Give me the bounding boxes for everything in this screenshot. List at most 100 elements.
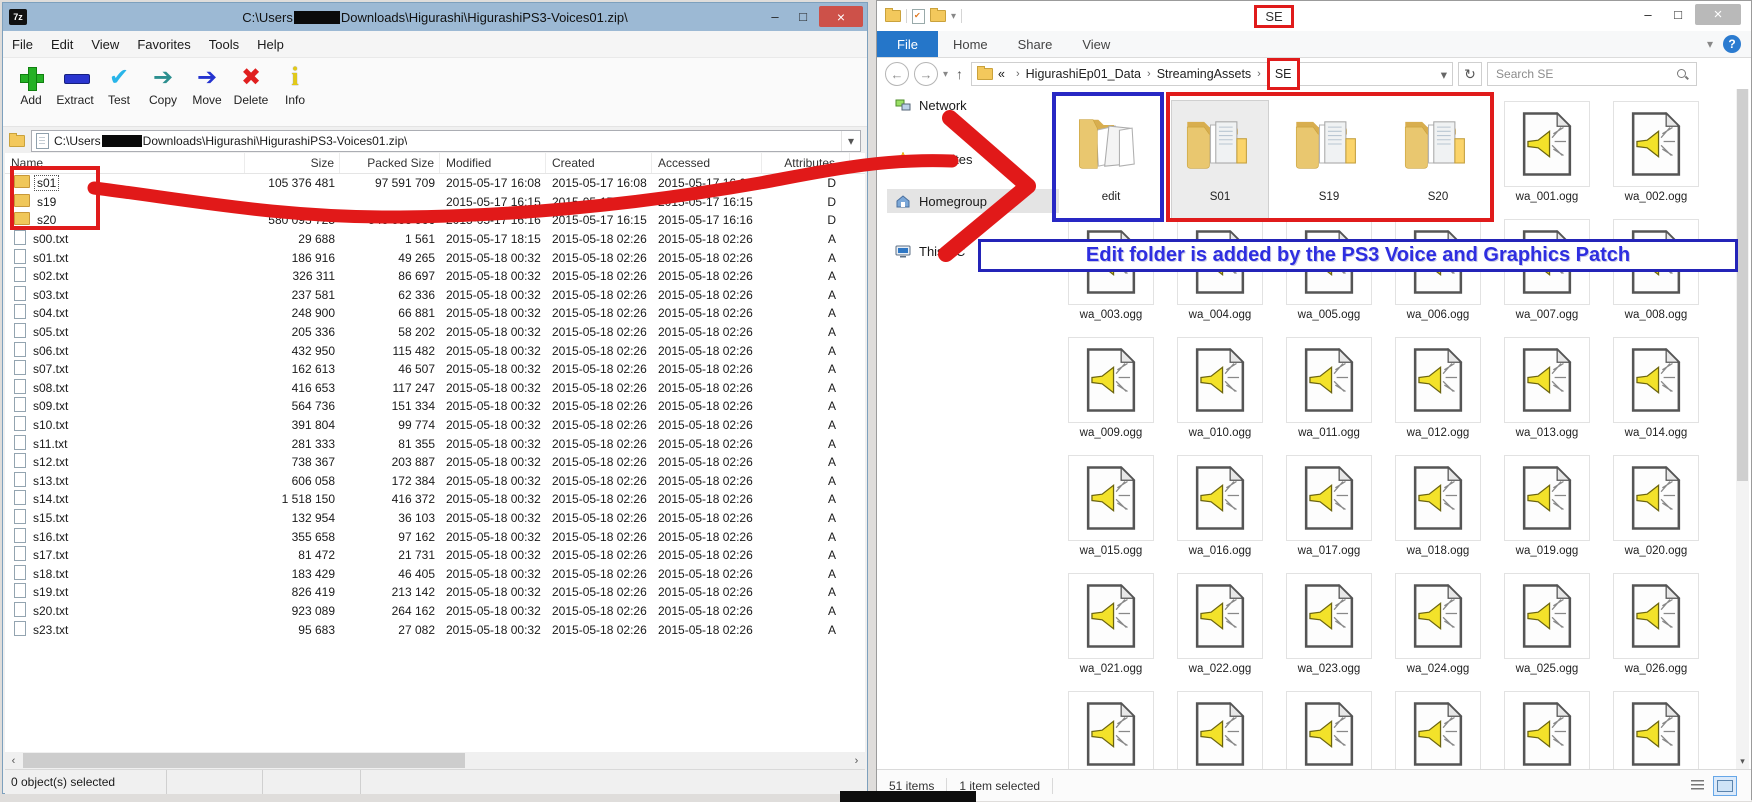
sevenzip-titlebar[interactable]: 7z C:\UsersDownloads\Higurashi\Higurashi… (3, 3, 867, 31)
file-tile[interactable]: wa_006.ogg (1390, 219, 1486, 337)
file-tile[interactable]: wa_008.ogg (1608, 219, 1704, 337)
file-tile[interactable]: wa_005.ogg (1281, 219, 1377, 337)
file-tile[interactable]: wa_017.ogg (1281, 455, 1377, 573)
table-row[interactable]: s02.txt 326 311 86 697 2015-05-18 00:32 … (5, 267, 865, 286)
column-header-attributes[interactable]: Attributes (762, 153, 850, 173)
toolbar-button[interactable]: Extract (53, 58, 97, 126)
menu-item[interactable]: View (82, 37, 128, 52)
toolbar-button[interactable]: ➔ Move (185, 58, 229, 126)
table-row[interactable]: s01 105 376 481 97 591 709 2015-05-17 16… (5, 174, 865, 193)
table-row[interactable]: s18.txt 183 429 46 405 2015-05-18 00:32 … (5, 564, 865, 583)
folder-up-icon[interactable] (9, 135, 25, 147)
minimize-button[interactable]: – (763, 6, 787, 27)
menu-item[interactable]: Favorites (128, 37, 199, 52)
table-row[interactable]: s13.txt 606 058 172 384 2015-05-18 00:32… (5, 472, 865, 491)
address-bar[interactable]: « ›HigurashiEp01_Data ›StreamingAssets ›… (971, 62, 1453, 86)
table-row[interactable]: s19.txt 826 419 213 142 2015-05-18 00:32… (5, 583, 865, 602)
new-folder-icon[interactable] (930, 10, 946, 22)
file-tile[interactable]: wa_021.ogg (1063, 573, 1159, 691)
column-header-created[interactable]: Created (546, 153, 652, 173)
file-tile[interactable]: wa_025.ogg (1499, 573, 1595, 691)
file-tile[interactable]: S19 (1281, 101, 1377, 219)
table-row[interactable]: s19 2015-05-17 16:15 2015-05-17 16:14 20… (5, 193, 865, 212)
vertical-scrollbar[interactable]: ▾ (1736, 89, 1749, 769)
file-tile[interactable]: wa_020.ogg (1608, 455, 1704, 573)
refresh-icon[interactable]: ↻ (1458, 62, 1482, 86)
address-dropdown-icon[interactable]: ▾ (841, 131, 860, 151)
toolbar-button[interactable]: ✖ Delete (229, 58, 273, 126)
help-icon[interactable]: ? (1723, 35, 1741, 53)
table-row[interactable]: s23.txt 95 683 27 082 2015-05-18 00:32 2… (5, 620, 865, 639)
table-row[interactable]: s11.txt 281 333 81 355 2015-05-18 00:32 … (5, 434, 865, 453)
file-tile[interactable]: edit (1063, 101, 1159, 219)
ribbon-tab[interactable]: Home (938, 31, 1003, 57)
ribbon-tab[interactable]: File (877, 31, 938, 57)
up-button[interactable]: ↑ (953, 66, 966, 82)
close-button[interactable]: × (1695, 4, 1741, 25)
maximize-button[interactable]: □ (1665, 4, 1691, 25)
table-row[interactable]: s15.txt 132 954 36 103 2015-05-18 00:32 … (5, 509, 865, 528)
menu-item[interactable]: Help (248, 37, 293, 52)
search-input[interactable]: Search SE (1487, 62, 1697, 86)
breadcrumb-item[interactable]: StreamingAssets (1157, 67, 1251, 81)
file-tile[interactable]: wa_001.ogg (1499, 101, 1595, 219)
file-tile[interactable]: wa_014.ogg (1608, 337, 1704, 455)
column-header-name[interactable]: Name (5, 153, 245, 173)
table-row[interactable]: s03.txt 237 581 62 336 2015-05-18 00:32 … (5, 286, 865, 305)
horizontal-scrollbar[interactable]: ‹ › (5, 752, 865, 769)
ribbon-tab[interactable]: View (1067, 31, 1125, 57)
scroll-right-icon[interactable]: › (848, 752, 865, 769)
table-row[interactable]: s17.txt 81 472 21 731 2015-05-18 00:32 2… (5, 546, 865, 565)
minimize-button[interactable]: – (1635, 4, 1661, 25)
table-row[interactable]: s04.txt 248 900 66 881 2015-05-18 00:32 … (5, 304, 865, 323)
toolbar-button[interactable]: ➔ Copy (141, 58, 185, 126)
column-header-accessed[interactable]: Accessed (652, 153, 762, 173)
scroll-left-icon[interactable]: ‹ (5, 752, 22, 769)
nav-item[interactable]: Favorites (887, 147, 1059, 171)
menu-item[interactable]: Tools (200, 37, 248, 52)
table-row[interactable]: s16.txt 355 658 97 162 2015-05-18 00:32 … (5, 527, 865, 546)
scrollbar-thumb[interactable] (1737, 89, 1748, 481)
column-header-size[interactable]: Size (245, 153, 340, 173)
file-tile[interactable]: wa_011.ogg (1281, 337, 1377, 455)
file-tile[interactable]: wa_018.ogg (1390, 455, 1486, 573)
column-header-packed-size[interactable]: Packed Size (340, 153, 440, 173)
table-row[interactable]: s09.txt 564 736 151 334 2015-05-18 00:32… (5, 397, 865, 416)
file-tile[interactable]: wa_024.ogg (1390, 573, 1486, 691)
address-dropdown-icon[interactable]: ▾ (1441, 67, 1447, 82)
file-tile[interactable]: wa_007.ogg (1499, 219, 1595, 337)
toolbar-button[interactable]: ✔ Test (97, 58, 141, 126)
file-tile[interactable]: wa_013.ogg (1499, 337, 1595, 455)
qat-dropdown-icon[interactable]: ▾ (951, 11, 956, 22)
file-tile[interactable]: wa_009.ogg (1063, 337, 1159, 455)
forward-button[interactable]: → (914, 62, 938, 86)
recent-locations-icon[interactable]: ▾ (943, 69, 948, 80)
file-tile[interactable]: wa_015.ogg (1063, 455, 1159, 573)
table-row[interactable]: s06.txt 432 950 115 482 2015-05-18 00:32… (5, 341, 865, 360)
sevenzip-address-combo[interactable]: C:\UsersDownloads\Higurashi\HigurashiPS3… (31, 130, 861, 152)
toolbar-button[interactable]: i Info (273, 58, 317, 126)
breadcrumb-item[interactable]: SE (1267, 58, 1300, 90)
table-row[interactable]: s07.txt 162 613 46 507 2015-05-18 00:32 … (5, 360, 865, 379)
file-tile[interactable]: wa_023.ogg (1281, 573, 1377, 691)
table-row[interactable]: s12.txt 738 367 203 887 2015-05-18 00:32… (5, 453, 865, 472)
toolbar-button[interactable]: Add (9, 58, 53, 126)
breadcrumb-item[interactable]: HigurashiEp01_Data (1026, 67, 1141, 81)
maximize-button[interactable]: □ (791, 6, 815, 27)
file-tile[interactable]: wa_019.ogg (1499, 455, 1595, 573)
properties-icon[interactable] (912, 9, 925, 24)
file-tile[interactable]: S01 (1172, 101, 1268, 219)
expand-ribbon-icon[interactable]: ▾ (1707, 37, 1713, 51)
file-tile[interactable]: wa_012.ogg (1390, 337, 1486, 455)
nav-item[interactable]: Homegroup (887, 189, 1059, 213)
table-row[interactable]: s14.txt 1 518 150 416 372 2015-05-18 00:… (5, 490, 865, 509)
back-button[interactable]: ← (885, 62, 909, 86)
nav-item[interactable]: Network (887, 93, 1059, 117)
folder-icon[interactable] (885, 10, 901, 22)
table-row[interactable]: s00.txt 29 688 1 561 2015-05-17 18:15 20… (5, 230, 865, 249)
file-tile[interactable]: wa_016.ogg (1172, 455, 1268, 573)
table-row[interactable]: s08.txt 416 653 117 247 2015-05-18 00:32… (5, 379, 865, 398)
table-row[interactable]: s20 580 093 725 543 383 966 2015-05-17 1… (5, 211, 865, 230)
ribbon-tab[interactable]: Share (1003, 31, 1068, 57)
close-button[interactable]: × (819, 6, 863, 27)
